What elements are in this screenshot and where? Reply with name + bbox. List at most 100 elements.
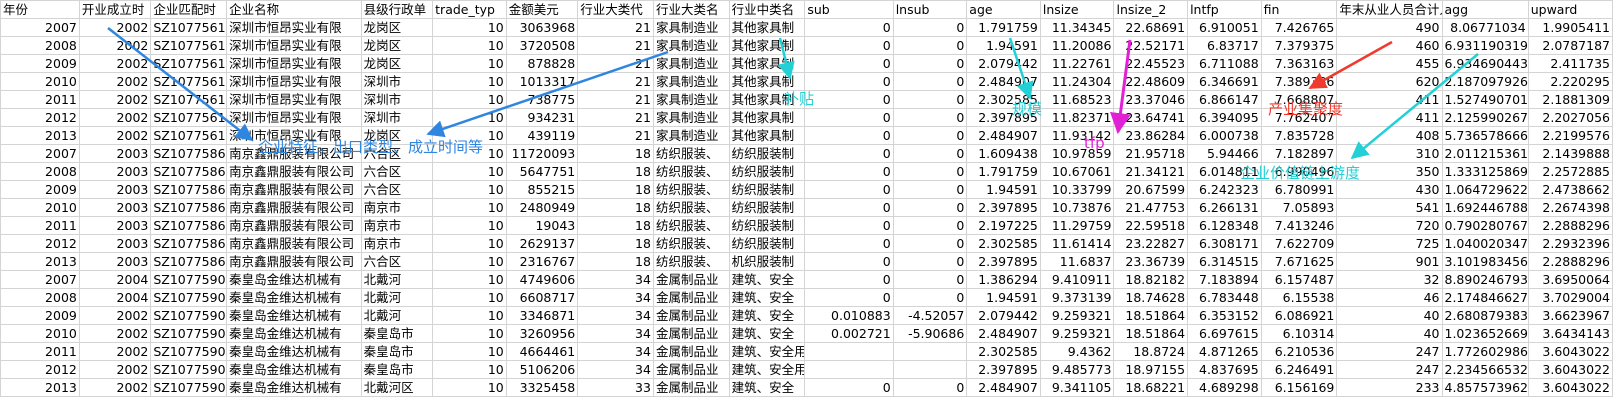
table-cell[interactable]: 6.697615: [1187, 324, 1262, 343]
table-cell[interactable]: 6.266131: [1187, 198, 1262, 217]
table-cell[interactable]: 2.2674398: [1527, 198, 1613, 217]
table-cell[interactable]: 2002: [78, 90, 152, 109]
table-cell[interactable]: 6.157487: [1260, 270, 1338, 289]
table-cell[interactable]: SZ1077561: [150, 72, 228, 91]
table-cell[interactable]: 22.48609: [1113, 72, 1189, 91]
table-cell[interactable]: 2011: [0, 90, 80, 109]
table-cell[interactable]: 2002: [78, 324, 152, 343]
table-cell[interactable]: SZ1077561: [150, 126, 228, 145]
table-cell[interactable]: 6.308171: [1187, 234, 1262, 253]
table-cell[interactable]: 2.174846627: [1441, 288, 1529, 307]
table-cell[interactable]: 1.386294: [966, 270, 1041, 289]
table-cell[interactable]: 2.2199576: [1527, 126, 1613, 145]
column-header[interactable]: lnsize_2: [1113, 0, 1189, 19]
table-cell[interactable]: 2012: [0, 360, 80, 379]
table-cell[interactable]: 11.68523: [1039, 90, 1115, 109]
table-cell[interactable]: 490: [1336, 18, 1443, 37]
table-cell[interactable]: 0: [804, 72, 894, 91]
table-cell[interactable]: 34: [577, 306, 654, 325]
table-cell[interactable]: 秦皇岛金维达机械有: [226, 360, 362, 379]
table-cell[interactable]: 其他家具制: [728, 54, 806, 73]
table-cell[interactable]: 2.0787187: [1527, 36, 1613, 55]
table-cell[interactable]: 11.22761: [1039, 54, 1115, 73]
table-cell[interactable]: 7.183894: [1187, 270, 1262, 289]
table-cell[interactable]: SZ1077586: [150, 252, 228, 271]
table-cell[interactable]: 22.52171: [1113, 36, 1189, 55]
table-cell[interactable]: 11.34345: [1039, 18, 1115, 37]
table-cell[interactable]: 2002: [78, 36, 152, 55]
table-cell[interactable]: 3.6623967: [1527, 306, 1613, 325]
table-cell[interactable]: 3.6950064: [1527, 270, 1613, 289]
table-cell[interactable]: 19043: [505, 216, 579, 235]
table-cell[interactable]: 9.410911: [1039, 270, 1115, 289]
table-cell[interactable]: 0: [892, 162, 968, 181]
table-cell[interactable]: 2002: [78, 126, 152, 145]
column-header[interactable]: agg: [1441, 0, 1529, 19]
table-cell[interactable]: 2.220295: [1527, 72, 1613, 91]
table-cell[interactable]: 10: [432, 360, 507, 379]
table-cell[interactable]: 建筑、安全: [728, 288, 806, 307]
table-cell[interactable]: 0: [804, 252, 894, 271]
table-cell[interactable]: 2.197225: [966, 216, 1041, 235]
table-cell[interactable]: 5.736578666: [1441, 126, 1529, 145]
table-cell[interactable]: 0: [892, 72, 968, 91]
table-cell[interactable]: 2012: [0, 108, 80, 127]
table-cell[interactable]: 2002: [78, 72, 152, 91]
table-cell[interactable]: 六合区: [360, 162, 434, 181]
table-cell[interactable]: 855215: [505, 180, 579, 199]
table-cell[interactable]: 6.711088: [1187, 54, 1262, 73]
table-cell[interactable]: 0: [804, 54, 894, 73]
table-cell[interactable]: 0: [892, 36, 968, 55]
column-header[interactable]: fin: [1260, 0, 1338, 19]
table-cell[interactable]: 0: [892, 90, 968, 109]
table-cell[interactable]: 2.484907: [966, 378, 1041, 397]
table-cell[interactable]: 9.485773: [1039, 360, 1115, 379]
table-cell[interactable]: 秦皇岛市: [360, 324, 434, 343]
table-cell[interactable]: 23.64741: [1113, 108, 1189, 127]
table-cell[interactable]: 34: [577, 342, 654, 361]
table-cell[interactable]: 6.346691: [1187, 72, 1262, 91]
table-cell[interactable]: 40: [1336, 324, 1443, 343]
table-cell[interactable]: 金属制品业: [652, 342, 730, 361]
table-cell[interactable]: 2.1881309: [1527, 90, 1613, 109]
table-cell[interactable]: 2011: [0, 342, 80, 361]
table-cell[interactable]: 21: [577, 36, 654, 55]
table-cell[interactable]: 5647751: [505, 162, 579, 181]
table-cell[interactable]: 9.341105: [1039, 378, 1115, 397]
table-cell[interactable]: 7.363163: [1260, 54, 1338, 73]
data-grid[interactable]: 年份 开业成立时 企业匹配时 企业名称 县级行政单 trade_typ 金额美元 行业大类代行…: [0, 0, 1613, 397]
table-cell[interactable]: 1.023652669: [1441, 324, 1529, 343]
table-cell[interactable]: 家具制造业: [652, 126, 730, 145]
table-cell[interactable]: 纺织服装制: [728, 198, 806, 217]
table-cell[interactable]: SZ1077561: [150, 18, 228, 37]
table-cell[interactable]: SZ1077561: [150, 54, 228, 73]
table-cell[interactable]: 9.373139: [1039, 288, 1115, 307]
table-cell[interactable]: 纺织服装、: [652, 252, 730, 271]
table-cell[interactable]: 7.05893: [1260, 198, 1338, 217]
table-cell[interactable]: 10: [432, 270, 507, 289]
table-cell[interactable]: 秦皇岛金维达机械有: [226, 342, 362, 361]
table-cell[interactable]: 18.68221: [1113, 378, 1189, 397]
table-cell[interactable]: 家具制造业: [652, 36, 730, 55]
table-cell[interactable]: 21: [577, 108, 654, 127]
table-cell[interactable]: [804, 342, 894, 361]
table-cell[interactable]: 6.353152: [1187, 306, 1262, 325]
table-cell[interactable]: SZ1077590: [150, 324, 228, 343]
table-cell[interactable]: 4.689298: [1187, 378, 1262, 397]
table-cell[interactable]: 纺织服装制: [728, 144, 806, 163]
table-cell[interactable]: 10: [432, 36, 507, 55]
table-cell[interactable]: 4749606: [505, 270, 579, 289]
table-cell[interactable]: 6.156169: [1260, 378, 1338, 397]
table-cell[interactable]: 0: [892, 18, 968, 37]
table-cell[interactable]: 3720508: [505, 36, 579, 55]
table-cell[interactable]: 龙岗区: [360, 36, 434, 55]
table-cell[interactable]: 深圳市恒昂实业有限: [226, 36, 362, 55]
table-cell[interactable]: 1.791759: [966, 18, 1041, 37]
table-cell[interactable]: 秦皇岛金维达机械有: [226, 288, 362, 307]
table-cell[interactable]: 南京鑫鼎服装有限公司: [226, 252, 362, 271]
table-cell[interactable]: 1.94591: [966, 36, 1041, 55]
table-cell[interactable]: 2.079442: [966, 306, 1041, 325]
table-cell[interactable]: 家具制造业: [652, 72, 730, 91]
table-cell[interactable]: 0.790280767: [1441, 216, 1529, 235]
table-cell[interactable]: 7.413246: [1260, 216, 1338, 235]
